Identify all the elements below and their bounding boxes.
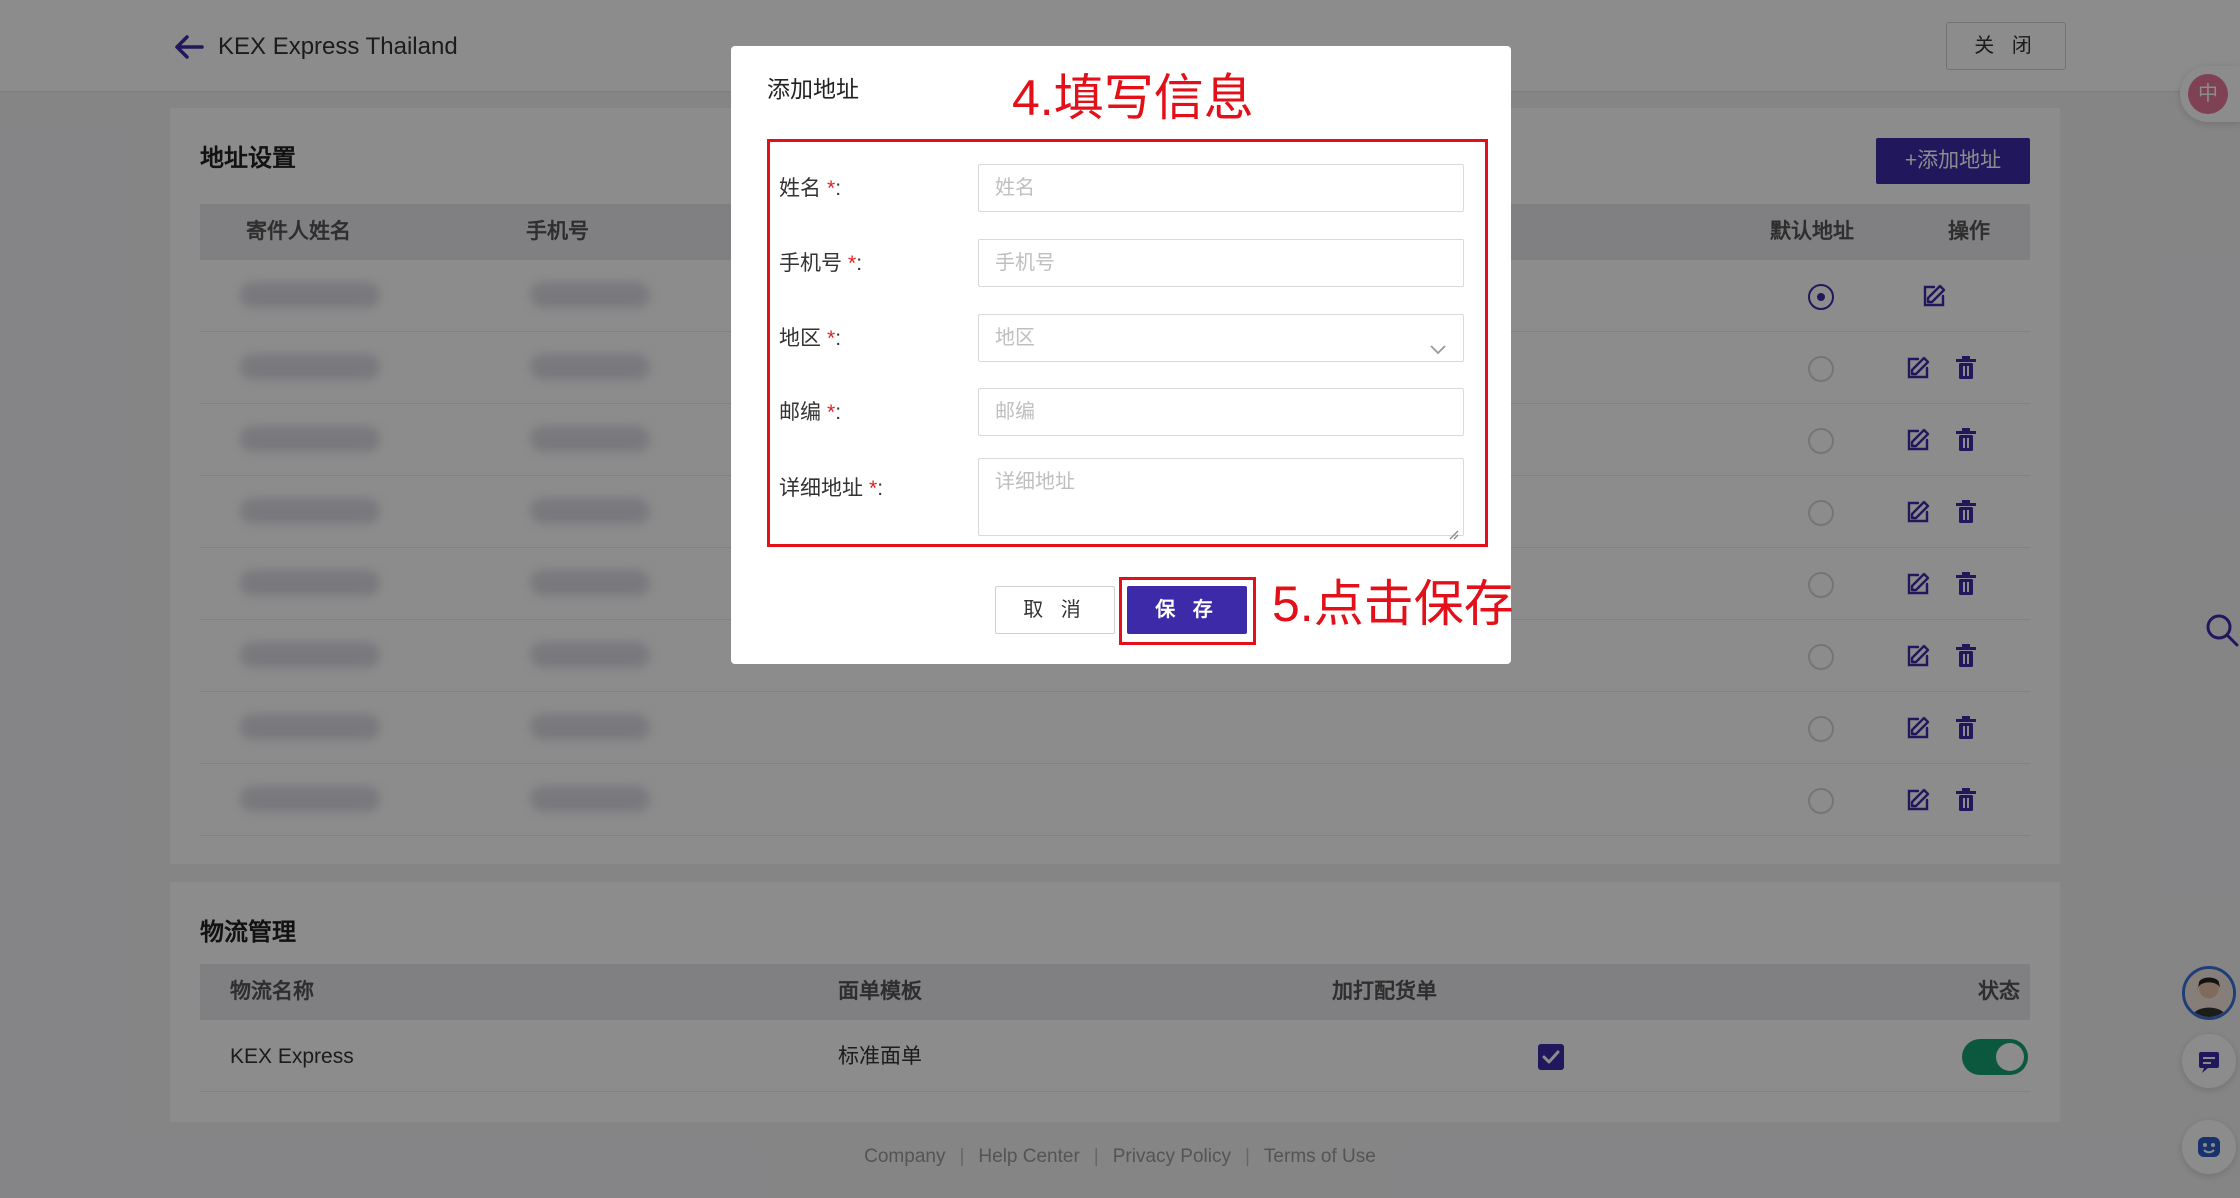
annotation-step4: 4.填写信息 (1012, 70, 1254, 126)
annotation-step5: 5.点击保存 (1272, 576, 1514, 632)
cancel-button[interactable]: 取 消 (995, 586, 1115, 634)
modal-title: 添加地址 (767, 76, 859, 102)
annotation-save-box (1119, 577, 1256, 645)
annotation-form-box (767, 139, 1488, 547)
